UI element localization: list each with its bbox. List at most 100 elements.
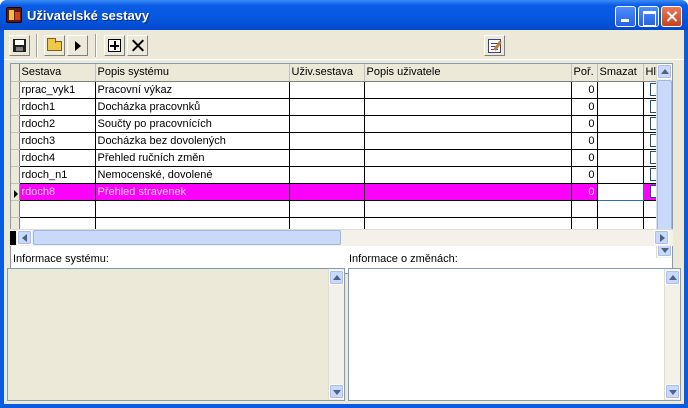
cell-smazat[interactable] [597, 98, 644, 116]
scroll-up-button[interactable] [657, 64, 672, 79]
cell-popis-uzivatele[interactable] [364, 115, 572, 133]
column-header-popis-uzivatele[interactable]: Popis uživatele [364, 64, 572, 82]
table-row[interactable]: rdoch3 Docházka bez dovolených 0 [11, 132, 671, 150]
cell-sestava[interactable]: rdoch4 [19, 149, 96, 167]
grid-horizontal-scrollbar[interactable] [10, 229, 673, 246]
cell-uziv-sestava[interactable] [289, 166, 365, 184]
cell-uziv-sestava[interactable] [289, 115, 365, 133]
cell-popis[interactable]: Docházka bez dovolených [95, 132, 290, 150]
cell-poradi[interactable]: 0 [571, 166, 598, 184]
cell-smazat[interactable] [597, 132, 644, 150]
cell-popis-uzivatele[interactable] [364, 183, 572, 201]
add-icon [108, 39, 121, 52]
row-indicator[interactable] [11, 81, 20, 99]
empty-cell[interactable] [19, 200, 96, 218]
column-header-sestava[interactable]: Sestava [19, 64, 96, 82]
system-info-scrollbar[interactable] [328, 269, 344, 400]
empty-cell[interactable] [364, 200, 572, 218]
scroll-right-button[interactable] [654, 230, 669, 245]
row-indicator[interactable] [11, 149, 20, 167]
empty-row[interactable] [11, 200, 671, 218]
open-button[interactable] [44, 35, 65, 56]
cell-sestava[interactable]: rdoch1 [19, 98, 96, 116]
changes-info-scrollbar[interactable] [664, 269, 680, 400]
column-header-popis-systemu[interactable]: Popis systému [95, 64, 290, 82]
cell-popis[interactable]: Nemocenské, dovolené [95, 166, 290, 184]
minimize-button[interactable] [615, 6, 636, 27]
cell-uziv-sestava[interactable] [289, 183, 365, 201]
cell-smazat[interactable] [597, 166, 644, 184]
scroll-up-button[interactable] [329, 270, 344, 285]
cell-popis[interactable]: Přehled ručních změn [95, 149, 290, 167]
row-indicator[interactable] [11, 98, 20, 116]
row-indicator[interactable] [11, 200, 20, 218]
app-icon[interactable] [6, 7, 22, 23]
arrow-up-icon [669, 275, 677, 280]
cell-popis-uzivatele[interactable] [364, 81, 572, 99]
title-bar[interactable]: Uživatelské sestavy [0, 0, 688, 30]
add-button[interactable] [104, 35, 125, 56]
column-header-smazat[interactable]: Smazat [597, 64, 644, 82]
cell-poradi[interactable]: 0 [571, 183, 598, 201]
horizontal-scroll-thumb[interactable] [33, 230, 341, 245]
cell-uziv-sestava[interactable] [289, 149, 365, 167]
cell-popis-uzivatele[interactable] [364, 166, 572, 184]
row-indicator[interactable] [11, 183, 20, 201]
column-header-poradi[interactable]: Poř. [571, 64, 598, 82]
changes-info-textarea[interactable] [348, 268, 681, 401]
cell-smazat[interactable] [597, 149, 644, 167]
table-row[interactable]: rdoch4 Přehled ručních změn 0 [11, 149, 671, 167]
scroll-down-button[interactable] [329, 384, 344, 399]
cell-popis[interactable]: Docházka pracovnků [95, 98, 290, 116]
cell-popis[interactable]: Přehled stravenek [95, 183, 290, 201]
cell-smazat-editing[interactable] [596, 182, 644, 201]
empty-cell[interactable] [289, 200, 365, 218]
cell-sestava[interactable]: rdoch3 [19, 132, 96, 150]
table-row[interactable]: rdoch1 Docházka pracovnků 0 [11, 98, 671, 116]
cell-poradi[interactable]: 0 [571, 98, 598, 116]
empty-cell[interactable] [597, 200, 644, 218]
cell-popis-uzivatele[interactable] [364, 98, 572, 116]
cell-poradi[interactable]: 0 [571, 81, 598, 99]
vertical-scroll-thumb[interactable] [657, 80, 672, 242]
run-button[interactable] [67, 35, 88, 56]
maximize-button[interactable] [638, 6, 659, 27]
column-header-uziv-sestava[interactable]: Uživ.sestava [289, 64, 365, 82]
cell-popis[interactable]: Pracovní výkaz [95, 81, 290, 99]
delete-button[interactable] [127, 35, 148, 56]
cell-popis-uzivatele[interactable] [364, 132, 572, 150]
cell-popis-uzivatele[interactable] [364, 149, 572, 167]
table-row[interactable]: rprac_vyk1 Pracovní výkaz 0 [11, 81, 671, 99]
row-indicator[interactable] [11, 166, 20, 184]
cell-smazat[interactable] [597, 115, 644, 133]
close-button[interactable] [661, 6, 682, 27]
cell-poradi[interactable]: 0 [571, 132, 598, 150]
scroll-up-button[interactable] [665, 270, 680, 285]
cell-uziv-sestava[interactable] [289, 81, 365, 99]
cell-poradi[interactable]: 0 [571, 149, 598, 167]
row-indicator[interactable] [11, 132, 20, 150]
scroll-left-button[interactable] [17, 230, 32, 245]
cell-sestava[interactable]: rprac_vyk1 [19, 81, 96, 99]
row-indicator[interactable] [11, 115, 20, 133]
cell-poradi[interactable]: 0 [571, 115, 598, 133]
cell-uziv-sestava[interactable] [289, 98, 365, 116]
toolbar [4, 30, 684, 60]
cell-popis[interactable]: Součty po pracovnících [95, 115, 290, 133]
table-row[interactable]: rdoch_n1 Nemocenské, dovolené 0 [11, 166, 671, 184]
cell-uziv-sestava[interactable] [289, 132, 365, 150]
cell-sestava[interactable]: rdoch_n1 [19, 166, 96, 184]
toolbar-separator [95, 34, 97, 57]
system-info-textarea[interactable] [7, 268, 345, 401]
empty-cell[interactable] [95, 200, 290, 218]
selected-table-row[interactable]: rdoch8 Přehled stravenek 0 [11, 182, 671, 201]
scroll-down-button[interactable] [665, 384, 680, 399]
changes-info-label: Informace o změnách: [349, 253, 458, 265]
save-button[interactable] [9, 35, 30, 56]
cell-sestava[interactable]: rdoch2 [19, 115, 96, 133]
empty-cell[interactable] [571, 200, 598, 218]
table-row[interactable]: rdoch2 Součty po pracovnících 0 [11, 115, 671, 133]
edit-button[interactable] [484, 35, 505, 56]
cell-smazat[interactable] [597, 81, 644, 99]
cell-sestava[interactable]: rdoch8 [19, 183, 96, 201]
